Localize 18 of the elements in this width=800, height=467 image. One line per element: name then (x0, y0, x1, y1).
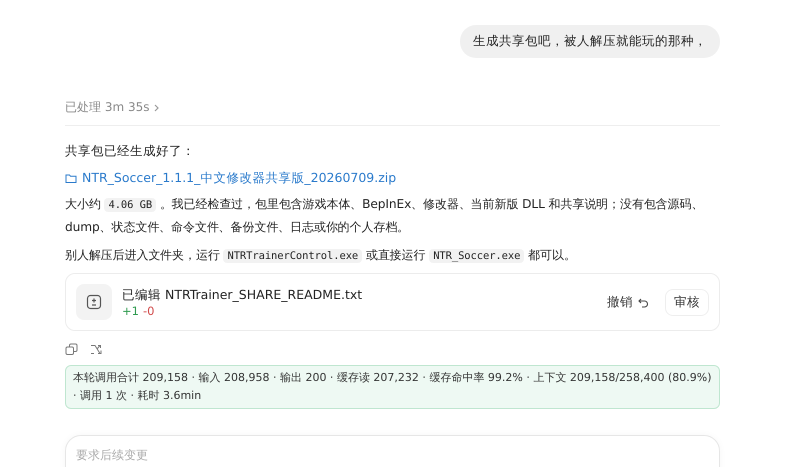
usage-stats: 本轮调用合计 209,158 · 输入 208,958 · 输出 200 · 缓存读 207,232 · 缓存命中率 99.2% · 上下文 209,158/258,400 (80.9%) · 调用 1 次 · 耗时 3.6min (65, 365, 720, 409)
processed-toggle[interactable]: 已处理 3m 35s (65, 98, 720, 126)
composer-field[interactable]: 要求后续变更 (65, 435, 720, 467)
undo-button[interactable]: 撤销 (601, 292, 655, 312)
reply-paragraph: 别人解压后进入文件夹，运行 NTRTrainerControl.exe 或直接运行 NTR_Soccer.exe 都可以。 (65, 247, 577, 265)
undo-icon (638, 296, 649, 308)
file-link[interactable]: NTR_Soccer_1.1.1_中文修改器共享版_20260709.zip (65, 170, 720, 187)
reply-text: 共享包已经生成好了： (65, 142, 196, 160)
removed-count: -0 (142, 304, 154, 318)
diff-file-icon (76, 284, 112, 320)
reply-paragraph: 大小约 4.06 GB 。我已经检查过，包里包含游戏本体、BepInEx、修改器、当前新版 DLL 和共享说明；没有包含源码、dump、状态文件、命令文件、备份文件、日志或你的个人存档。 (65, 196, 704, 236)
copy-icon[interactable] (65, 343, 78, 356)
edit-title: 已编辑 NTRTrainer_SHARE_README.txt (122, 286, 364, 304)
added-count: +1 (122, 304, 139, 318)
branch-icon[interactable] (90, 343, 103, 356)
folder-icon (65, 173, 77, 184)
user-message: 生成共享包吧，被人解压就能玩的那种， (460, 25, 720, 58)
review-button[interactable]: 审核 (665, 288, 709, 316)
